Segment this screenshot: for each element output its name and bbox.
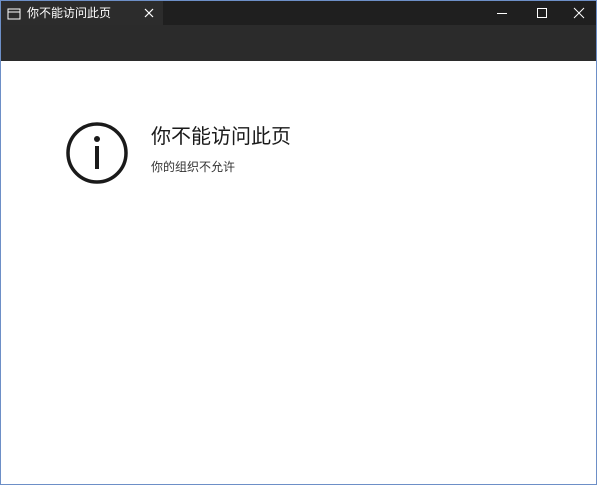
page-title: 你不能访问此页 <box>151 124 291 148</box>
page-message: 你的组织不允许 <box>151 160 236 174</box>
browser-window: 你不能访问此页 你不能访问此页 你的组织不允许 <box>0 0 597 485</box>
maximize-icon <box>537 8 547 18</box>
close-icon <box>573 7 585 19</box>
tab-title: 你不能访问此页 <box>27 6 112 20</box>
page-content: 你不能访问此页 你的组织不允许 <box>1 61 596 484</box>
page-icon <box>7 6 21 20</box>
browser-tab[interactable]: 你不能访问此页 <box>1 1 163 25</box>
minimize-button[interactable] <box>485 1 519 25</box>
close-window-button[interactable] <box>562 1 596 25</box>
browser-toolbar <box>1 25 596 61</box>
title-bar: 你不能访问此页 <box>1 1 596 25</box>
maximize-button[interactable] <box>525 1 559 25</box>
info-icon <box>65 121 129 185</box>
minimize-icon <box>497 13 507 14</box>
tab-close-icon[interactable] <box>141 5 157 21</box>
